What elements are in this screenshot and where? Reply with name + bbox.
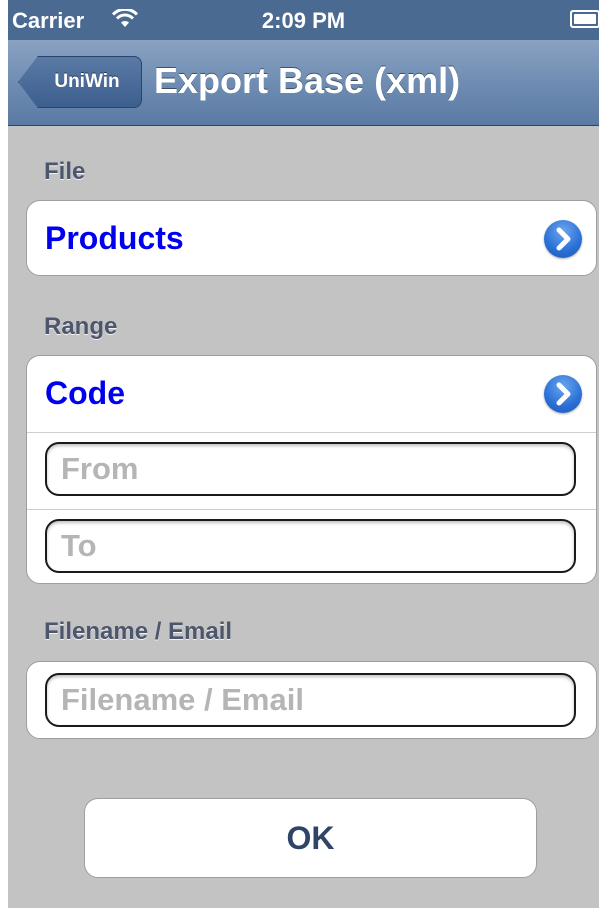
file-section-header: File bbox=[44, 158, 86, 185]
range-field-value: Code bbox=[45, 375, 125, 411]
to-row bbox=[27, 509, 596, 583]
ok-button[interactable]: OK bbox=[84, 798, 537, 878]
file-value: Products bbox=[45, 220, 184, 256]
filename-group bbox=[26, 661, 597, 739]
from-input[interactable] bbox=[45, 442, 576, 496]
back-button[interactable]: UniWin bbox=[18, 56, 142, 108]
range-group: Code bbox=[26, 355, 597, 584]
filename-row bbox=[27, 662, 596, 738]
filename-section-header: Filename / Email bbox=[44, 618, 233, 645]
navigation-bar: UniWin Export Base (xml) bbox=[8, 40, 599, 126]
disclosure-chevron-icon[interactable] bbox=[544, 375, 582, 413]
file-group: Products bbox=[26, 200, 597, 276]
status-time: 2:09 PM bbox=[261, 8, 346, 33]
page-title: Export Base (xml) bbox=[154, 60, 461, 101]
screen: Carrier 2:09 PM UniWin Export Base (xml)… bbox=[8, 0, 599, 908]
to-input[interactable] bbox=[45, 519, 576, 573]
range-section-header: Range bbox=[44, 313, 118, 340]
status-bar: Carrier 2:09 PM bbox=[8, 0, 599, 40]
battery-icon bbox=[570, 10, 599, 28]
filename-email-input[interactable] bbox=[45, 673, 576, 727]
range-field-row[interactable]: Code bbox=[27, 356, 596, 432]
from-row bbox=[27, 432, 596, 509]
file-row[interactable]: Products bbox=[27, 201, 596, 275]
disclosure-chevron-icon[interactable] bbox=[544, 220, 582, 258]
